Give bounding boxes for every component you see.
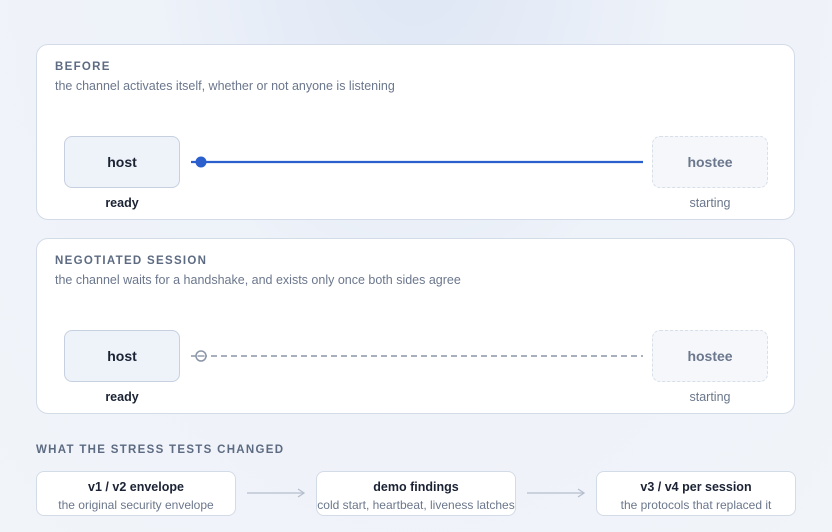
- change-step-3-title: v3 / v4 per session: [640, 480, 752, 494]
- change-step-3: v3 / v4 per session the protocols that r…: [596, 471, 796, 516]
- negotiated-channel-link: [191, 350, 643, 362]
- arrow-right-icon: [527, 488, 586, 498]
- before-hostee-node: hostee: [652, 136, 768, 188]
- change-step-3-subtitle: the protocols that replaced it: [620, 498, 772, 512]
- negotiated-host-state: ready: [105, 390, 139, 404]
- change-step-1-title: v1 / v2 envelope: [88, 480, 184, 494]
- changes-title: WHAT THE STRESS TESTS CHANGED: [36, 444, 285, 456]
- negotiated-panel: NEGOTIATED SESSION the channel waits for…: [36, 238, 795, 414]
- before-title: BEFORE: [55, 61, 111, 73]
- before-channel-link: [191, 156, 643, 168]
- change-step-2: demo findings cold start, heartbeat, liv…: [316, 471, 516, 516]
- negotiated-title: NEGOTIATED SESSION: [55, 255, 208, 267]
- negotiated-subtitle: the channel waits for a handshake, and e…: [55, 273, 461, 287]
- before-host-node: host: [64, 136, 180, 188]
- before-hostee-state: starting: [689, 196, 731, 210]
- negotiated-hostee-state: starting: [689, 390, 731, 404]
- before-subtitle: the channel activates itself, whether or…: [55, 79, 395, 93]
- arrow-right-icon: [247, 488, 306, 498]
- change-step-2-subtitle: cold start, heartbeat, liveness latches: [317, 498, 515, 512]
- before-panel: BEFORE the channel activates itself, whe…: [36, 44, 795, 220]
- change-step-2-title: demo findings: [373, 480, 459, 494]
- negotiated-host-node: host: [64, 330, 180, 382]
- change-step-1-subtitle: the original security envelope: [58, 498, 214, 512]
- before-host-state: ready: [105, 196, 139, 210]
- before-channel-active-dot: [195, 156, 207, 168]
- change-step-1: v1 / v2 envelope the original security e…: [36, 471, 236, 516]
- negotiated-hostee-node: hostee: [652, 330, 768, 382]
